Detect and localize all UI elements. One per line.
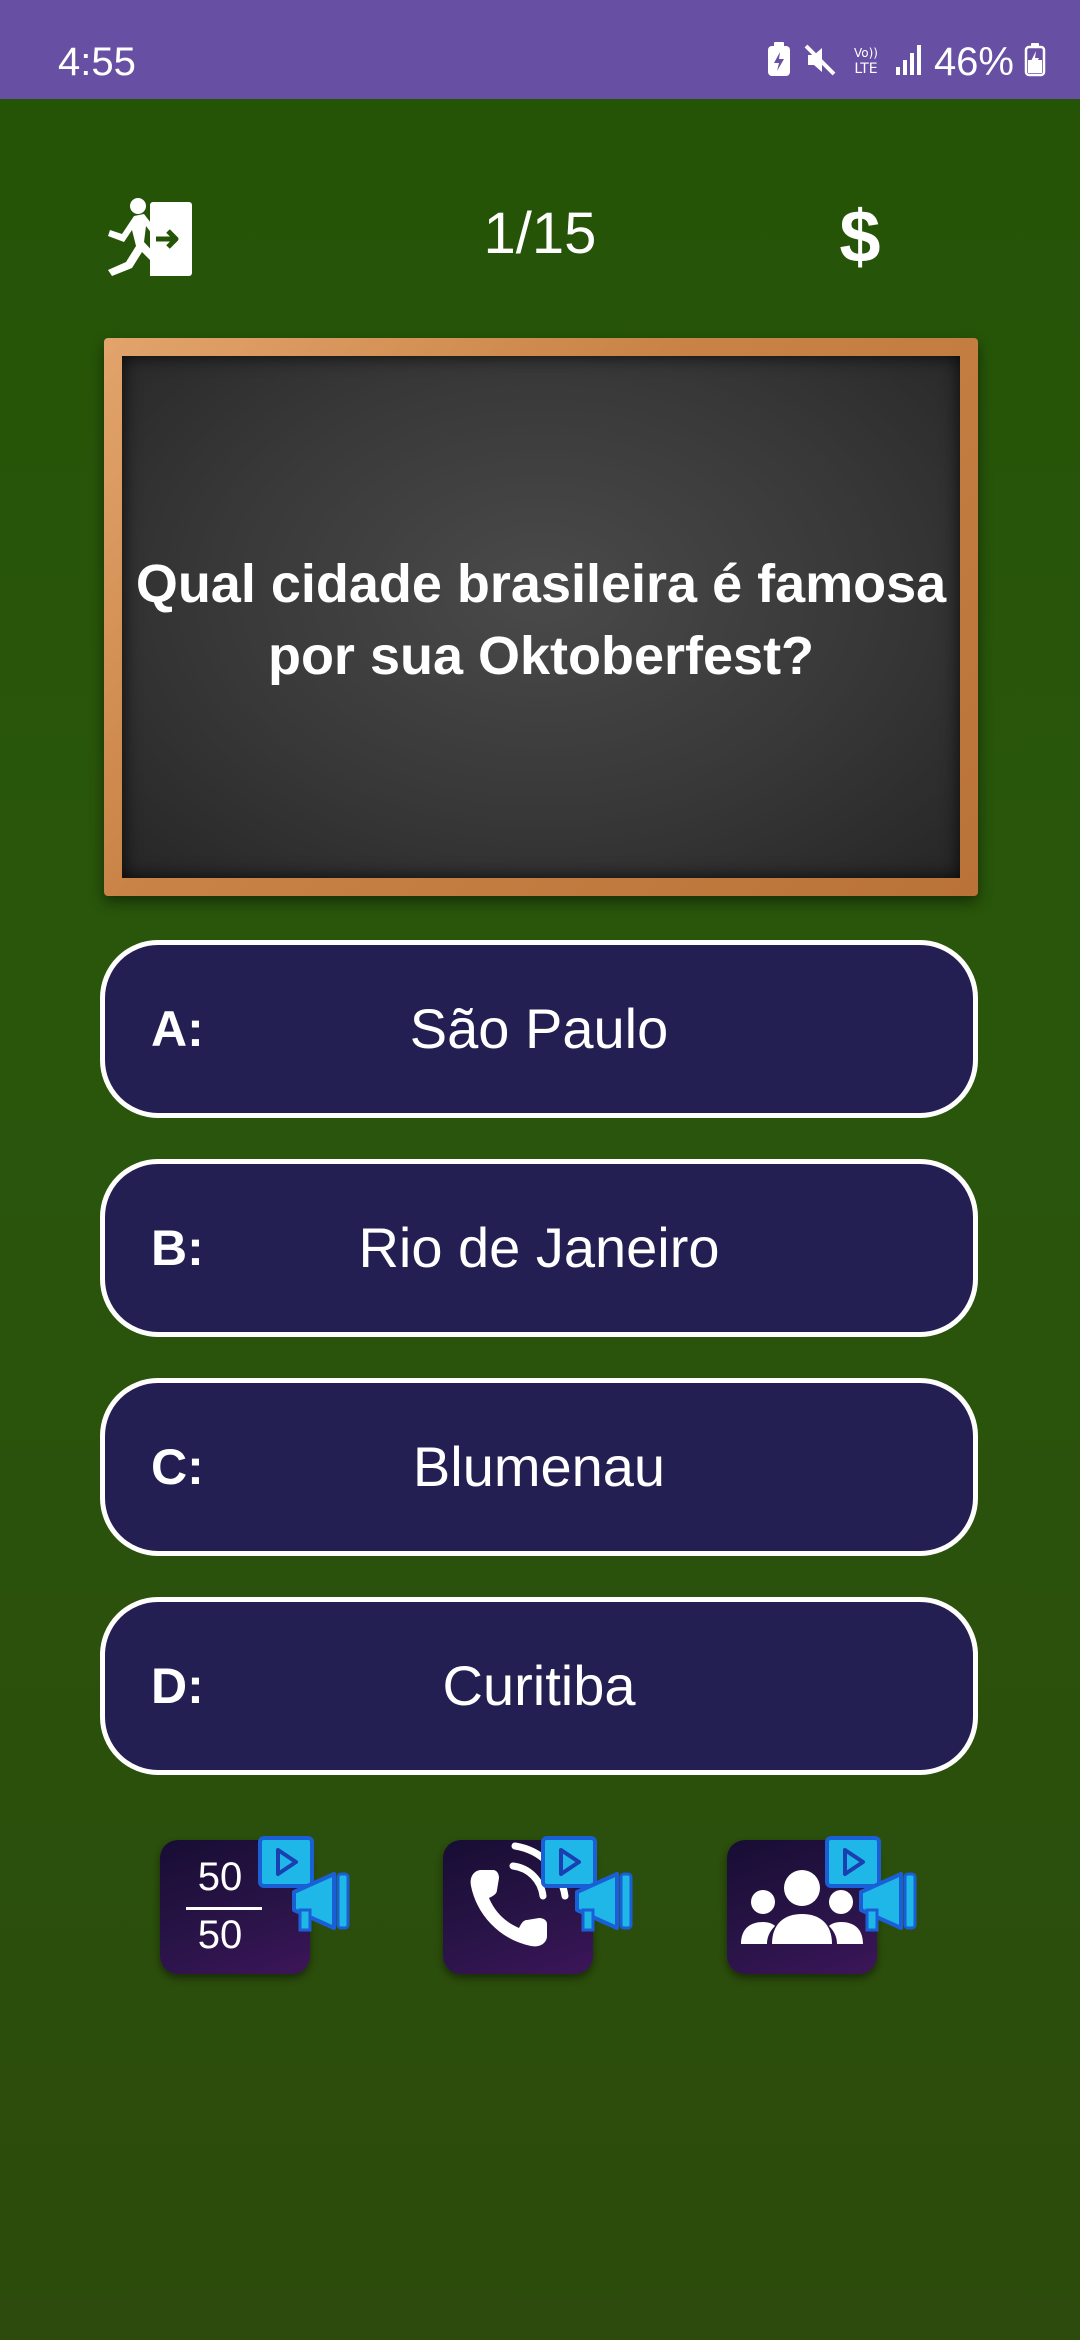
- battery-icon: [1024, 42, 1046, 82]
- volte-top-text: Vo)): [854, 46, 878, 60]
- answer-a-button[interactable]: A: São Paulo: [100, 940, 978, 1118]
- phone-lifeline-button[interactable]: [443, 1834, 643, 1984]
- fraction-line: [186, 1907, 262, 1910]
- answer-b-button[interactable]: B: Rio de Janeiro: [100, 1159, 978, 1337]
- video-ad-megaphone-icon: [258, 1836, 350, 1932]
- fifty-fifty-lifeline-button[interactable]: 50 50: [160, 1834, 360, 1984]
- answer-letter: A:: [151, 1001, 204, 1057]
- answer-c-button[interactable]: C: Blumenau: [100, 1378, 978, 1556]
- signal-icon: [894, 43, 924, 82]
- volte-icon: Vo)) LTE: [848, 42, 884, 83]
- money-button[interactable]: $: [820, 192, 900, 282]
- video-ad-megaphone-icon: [825, 1836, 917, 1932]
- mute-icon: [802, 42, 838, 83]
- answer-letter: D:: [151, 1658, 204, 1714]
- chalkboard-surface: Qual cidade brasileira é famosa por sua …: [122, 356, 960, 878]
- video-ad-megaphone-icon: [541, 1836, 633, 1932]
- answer-text: São Paulo: [409, 997, 669, 1060]
- fifty-top-text: 50: [197, 1855, 243, 1899]
- answer-text: Blumenau: [412, 1435, 666, 1498]
- question-board: Qual cidade brasileira é famosa por sua …: [104, 338, 978, 896]
- answer-d-button[interactable]: D: Curitiba: [100, 1597, 978, 1775]
- volte-bottom-text: LTE: [854, 61, 877, 77]
- battery-saver-icon: [766, 41, 792, 83]
- exit-button[interactable]: [96, 184, 200, 288]
- status-time: 4:55: [58, 40, 136, 84]
- answer-text: Curitiba: [442, 1654, 636, 1717]
- exit-door-icon: [108, 198, 192, 276]
- question-text: Qual cidade brasileira é famosa por sua …: [135, 554, 947, 686]
- status-icons: Vo)) LTE 46%: [766, 36, 1046, 88]
- answer-letter: B:: [151, 1220, 204, 1276]
- answer-text: Rio de Janeiro: [358, 1216, 720, 1279]
- status-bar: 4:55 Vo)) LTE 46%: [0, 0, 1080, 99]
- question-counter: 1/15: [483, 201, 597, 266]
- audience-lifeline-button[interactable]: [727, 1834, 927, 1984]
- battery-percent: 46%: [933, 40, 1014, 84]
- fifty-bottom-text: 50: [197, 1913, 243, 1957]
- answer-letter: C:: [151, 1439, 204, 1495]
- game-top-bar: 1/15 $: [0, 170, 1080, 300]
